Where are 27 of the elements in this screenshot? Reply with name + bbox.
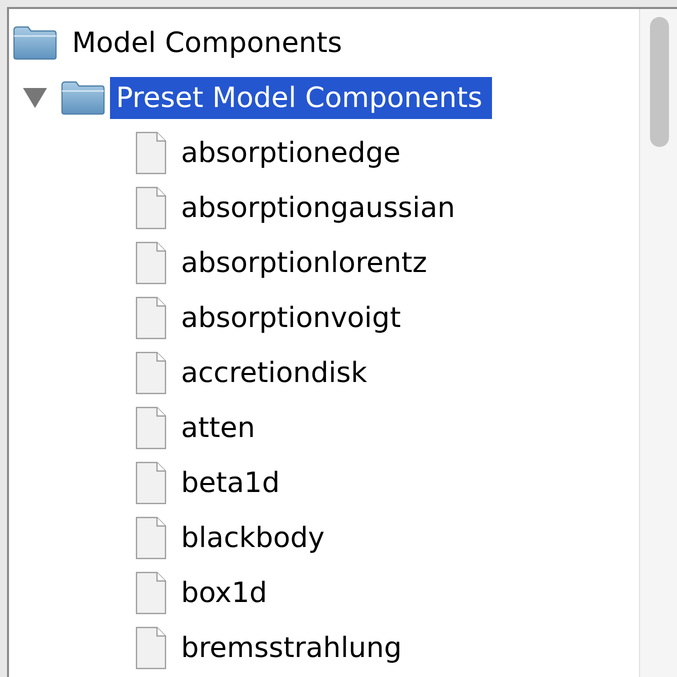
document-icon xyxy=(135,296,167,340)
collapse-triangle-icon[interactable] xyxy=(22,86,48,108)
tree-item[interactable]: bremsstrahlung xyxy=(175,626,408,670)
tree-item[interactable]: blackbody xyxy=(175,516,331,560)
tree-item[interactable]: atten xyxy=(175,406,262,450)
tree-item[interactable]: Model Components xyxy=(66,20,348,64)
tree-item[interactable]: absorptionvoigt xyxy=(175,296,407,340)
folder-icon xyxy=(12,24,58,60)
tree-item[interactable]: accretiondisk xyxy=(175,350,374,394)
tree-item[interactable]: absorptionedge xyxy=(175,130,407,174)
document-icon xyxy=(135,130,167,174)
scrollbar-thumb[interactable] xyxy=(650,17,669,147)
document-icon xyxy=(135,186,167,230)
tree-item[interactable]: absorptiongaussian xyxy=(175,186,462,230)
tree-item[interactable]: beta1d xyxy=(175,460,286,504)
scrollbar[interactable] xyxy=(639,9,677,677)
document-icon xyxy=(135,516,167,560)
document-icon xyxy=(135,460,167,504)
tree-item[interactable]: absorptionlorentz xyxy=(175,240,434,284)
document-icon xyxy=(135,350,167,394)
folder-icon xyxy=(60,80,106,116)
document-icon xyxy=(135,570,167,614)
document-icon xyxy=(135,240,167,284)
document-icon xyxy=(135,406,167,450)
document-icon xyxy=(135,626,167,670)
tree-item[interactable]: Preset Model Components xyxy=(110,76,492,118)
tree-item[interactable]: box1d xyxy=(175,570,274,614)
